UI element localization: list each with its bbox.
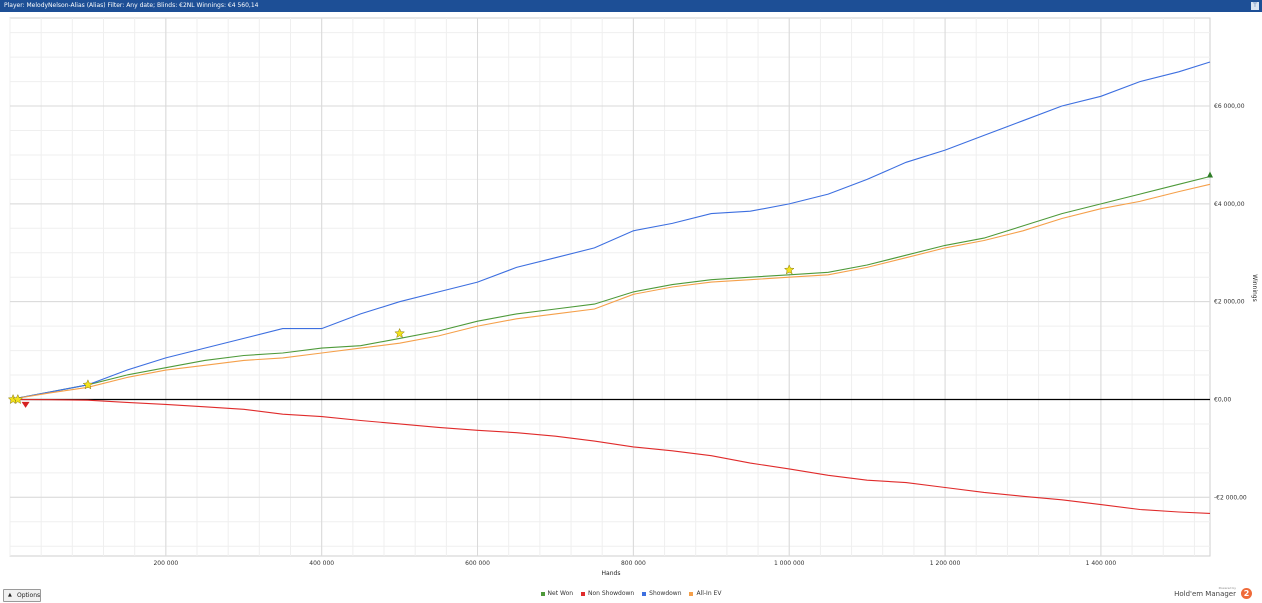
legend-item-net-won[interactable]: Net Won [540,590,574,597]
x-tick-label: 1 400 000 [1086,560,1117,567]
up-arrow-icon: ▲ [8,592,12,598]
x-tick-label: 200 000 [153,560,178,567]
chart-legend: Net Won Non Showdown Showdown All-In EV [0,590,1262,600]
y-tick-label: -€2 000,00 [1214,494,1247,501]
options-button[interactable]: ▲ Options [3,589,41,602]
legend-label: Non Showdown [587,590,635,597]
y-tick-label: €4 000,00 [1214,201,1245,208]
plot-area [9,17,1211,557]
legend-label: Net Won [547,590,574,597]
legend-label: Showdown [649,590,682,597]
y-tick-label: €0,00 [1214,396,1231,403]
brand-logo: Powered by Hold'em Manager 2 [1174,586,1254,600]
x-tick-label: 1 200 000 [930,560,961,567]
winnings-chart: 200 000 400 000 600 000 800 000 1 000 000 1 2… [7,17,1258,577]
legend-swatch [642,591,647,596]
legend-label: All-In EV [696,590,722,597]
chart-grid [9,17,1211,557]
x-tick-label: 600 000 [465,560,490,567]
legend-swatch [689,591,694,596]
window-title: Player: MelodyNelson-Alias (Alias) Filte… [4,2,259,9]
y-axis-label: Winnings [1251,274,1258,301]
legend-item-showdown[interactable]: Showdown [642,590,682,597]
y-tick-label: €2 000,00 [1214,299,1245,306]
x-tick-label: 1 000 000 [774,560,805,567]
legend-item-non-showdown[interactable]: Non Showdown [580,590,635,597]
legend-item-all-in-ev[interactable]: All-In EV [689,590,721,597]
brand-name: Hold'em Manager [1174,590,1236,598]
options-label: Options [17,592,41,599]
y-tick-label: €6 000,00 [1214,103,1245,110]
hm2-logo-icon: 2 [1241,588,1252,599]
x-tick-label: 800 000 [621,560,646,567]
x-axis-label: Hands [602,570,621,577]
legend-swatch [540,591,545,596]
pin-icon[interactable]: ⊤ [1251,2,1259,10]
window-title-bar: Player: MelodyNelson-Alias (Alias) Filte… [0,0,1262,12]
x-tick-label: 400 000 [309,560,334,567]
legend-swatch [580,591,585,596]
